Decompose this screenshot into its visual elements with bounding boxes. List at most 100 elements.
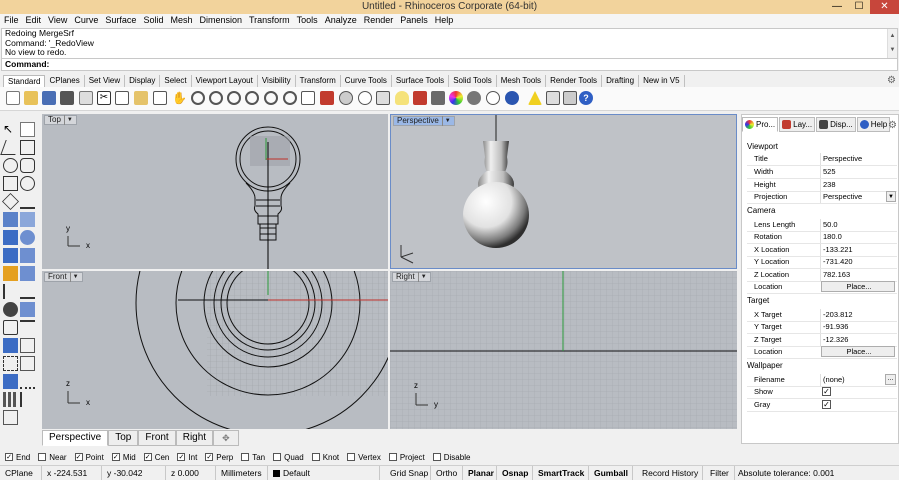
x-location-field[interactable]: -133.221 — [820, 244, 897, 256]
gumball-toggle[interactable]: Gumball — [591, 466, 633, 480]
osnap-end[interactable]: ✓ End — [5, 450, 30, 464]
gray-checkbox[interactable]: ✓ — [822, 400, 831, 409]
viewport-perspective[interactable]: Perspective ▼ — [390, 114, 737, 269]
viewport-label-top[interactable]: Top ▼ — [44, 115, 77, 125]
tab-render-tools[interactable]: Render Tools — [546, 75, 603, 87]
tab-solid-tools[interactable]: Solid Tools — [449, 75, 497, 87]
osnap-int[interactable]: ✓ Int — [177, 450, 197, 464]
tab-properties[interactable]: Pro... — [742, 117, 779, 132]
menu-surface[interactable]: Surface — [103, 14, 141, 28]
extrude-icon[interactable] — [20, 212, 35, 227]
tab-set-view[interactable]: Set View — [85, 75, 126, 87]
ortho-toggle[interactable]: Ortho — [433, 466, 463, 480]
tab-visibility[interactable]: Visibility — [258, 75, 296, 87]
osnap-knot[interactable]: Knot — [311, 450, 339, 464]
color-wheel-icon[interactable] — [449, 91, 463, 105]
mesh-icon[interactable] — [3, 266, 18, 281]
gear-icon[interactable]: ⚙ — [887, 76, 896, 86]
analyze-icon[interactable] — [3, 410, 18, 425]
cut-icon[interactable]: ✂ — [97, 91, 111, 105]
tab-transform[interactable]: Transform — [296, 75, 341, 87]
tab-perspective[interactable]: Perspective — [42, 430, 109, 446]
tab-top[interactable]: Top — [108, 430, 139, 446]
browse-button[interactable]: ... — [885, 374, 896, 385]
y-target-field[interactable]: -91.936 — [820, 321, 897, 333]
tab-mesh-tools[interactable]: Mesh Tools — [497, 75, 547, 87]
rotate-view-icon[interactable] — [191, 91, 205, 105]
mesh-tools-icon[interactable] — [20, 266, 35, 281]
viewport-top[interactable]: Top ▼ y x — [42, 114, 388, 269]
y-location-field[interactable]: -731.420 — [820, 256, 897, 268]
command-history[interactable]: Redoing MergeSrf Command: '_RedoView No … — [1, 28, 898, 59]
viewport-label-right[interactable]: Right ▼ — [392, 272, 431, 282]
tab-front[interactable]: Front — [138, 430, 176, 446]
title-field[interactable]: Perspective — [820, 153, 897, 165]
menu-mesh[interactable]: Mesh — [168, 14, 197, 28]
chevron-down-icon[interactable]: ▼ — [441, 116, 451, 126]
menu-dimension[interactable]: Dimension — [197, 14, 247, 28]
sphere-icon[interactable] — [20, 230, 35, 245]
target-place-button[interactable]: Place... — [821, 346, 895, 357]
fillet-icon[interactable] — [3, 302, 18, 317]
tab-standard[interactable]: Standard — [3, 75, 46, 87]
z-target-field[interactable]: -12.326 — [820, 334, 897, 346]
gear-icon[interactable]: ⚙ — [888, 121, 897, 131]
layer-icon[interactable] — [413, 91, 427, 105]
polygon-icon[interactable] — [2, 193, 19, 210]
osnap-quad[interactable]: Quad — [273, 450, 304, 464]
menu-analyze[interactable]: Analyze — [323, 14, 362, 28]
menu-render[interactable]: Render — [362, 14, 399, 28]
line-icon[interactable] — [0, 140, 21, 155]
trim-icon[interactable] — [3, 320, 18, 335]
join-icon[interactable] — [3, 338, 18, 353]
cylinder-icon[interactable] — [3, 248, 18, 263]
menu-transform[interactable]: Transform — [247, 14, 295, 28]
maximize-icon[interactable]: ☐ — [848, 0, 870, 14]
help-icon[interactable]: ? — [579, 91, 593, 105]
grid-snap-toggle[interactable]: Grid Snap — [387, 466, 431, 480]
show-checkbox[interactable]: ✓ — [822, 387, 831, 396]
zoom-window-icon[interactable] — [227, 91, 241, 105]
osnap-mid[interactable]: ✓ Mid — [111, 450, 136, 464]
chevron-down-icon[interactable]: ▼ — [886, 191, 896, 202]
tab-drafting[interactable]: Drafting — [602, 75, 640, 87]
dimension-icon[interactable] — [3, 284, 18, 299]
zoom-icon[interactable] — [209, 91, 223, 105]
tab-display[interactable]: Display — [125, 75, 161, 87]
explode-icon[interactable] — [20, 338, 35, 353]
polyline-icon[interactable] — [20, 140, 35, 155]
status-layer[interactable]: Default — [270, 466, 380, 480]
menu-file[interactable]: File — [2, 14, 24, 28]
status-units[interactable]: Millimeters — [218, 466, 268, 480]
tab-right[interactable]: Right — [175, 430, 214, 446]
menu-help[interactable]: Help — [433, 14, 459, 28]
properties-icon[interactable] — [431, 91, 445, 105]
solid-tools-icon[interactable] — [20, 248, 35, 263]
planar-toggle[interactable]: Planar — [465, 466, 497, 480]
open-folder-icon[interactable] — [24, 91, 38, 105]
print-icon[interactable] — [60, 91, 74, 105]
select-icon[interactable] — [339, 91, 353, 105]
tab-display[interactable]: Disp... — [816, 117, 856, 132]
history-scrollbar[interactable]: ▲ ▼ — [887, 29, 897, 58]
height-field[interactable]: 238 — [820, 179, 897, 191]
chevron-down-icon[interactable]: ▼ — [63, 115, 73, 125]
viewport-label-front[interactable]: Front ▼ — [44, 272, 83, 282]
menu-tools[interactable]: Tools — [295, 14, 323, 28]
viewport-label-perspective[interactable]: Perspective ▼ — [393, 116, 455, 126]
rotate-icon[interactable] — [20, 374, 35, 389]
tab-layers[interactable]: Lay... — [779, 117, 816, 132]
boolean-icon[interactable] — [20, 302, 35, 317]
hide-icon[interactable] — [358, 91, 372, 105]
tab-cplanes[interactable]: CPlanes — [45, 75, 85, 87]
osnap-near[interactable]: Near — [38, 450, 67, 464]
chevron-down-icon[interactable]: ▼ — [417, 272, 427, 282]
add-viewport-icon[interactable]: ✥ — [213, 430, 239, 446]
render-preview-icon[interactable] — [486, 91, 500, 105]
z-location-field[interactable]: 782.163 — [820, 269, 897, 281]
minimize-icon[interactable]: — — [826, 0, 848, 14]
mirror-icon[interactable] — [20, 392, 35, 407]
group-icon[interactable] — [3, 356, 18, 371]
smarttrack-toggle[interactable]: SmartTrack — [535, 466, 589, 480]
osnap-disable[interactable]: Disable — [432, 450, 470, 464]
